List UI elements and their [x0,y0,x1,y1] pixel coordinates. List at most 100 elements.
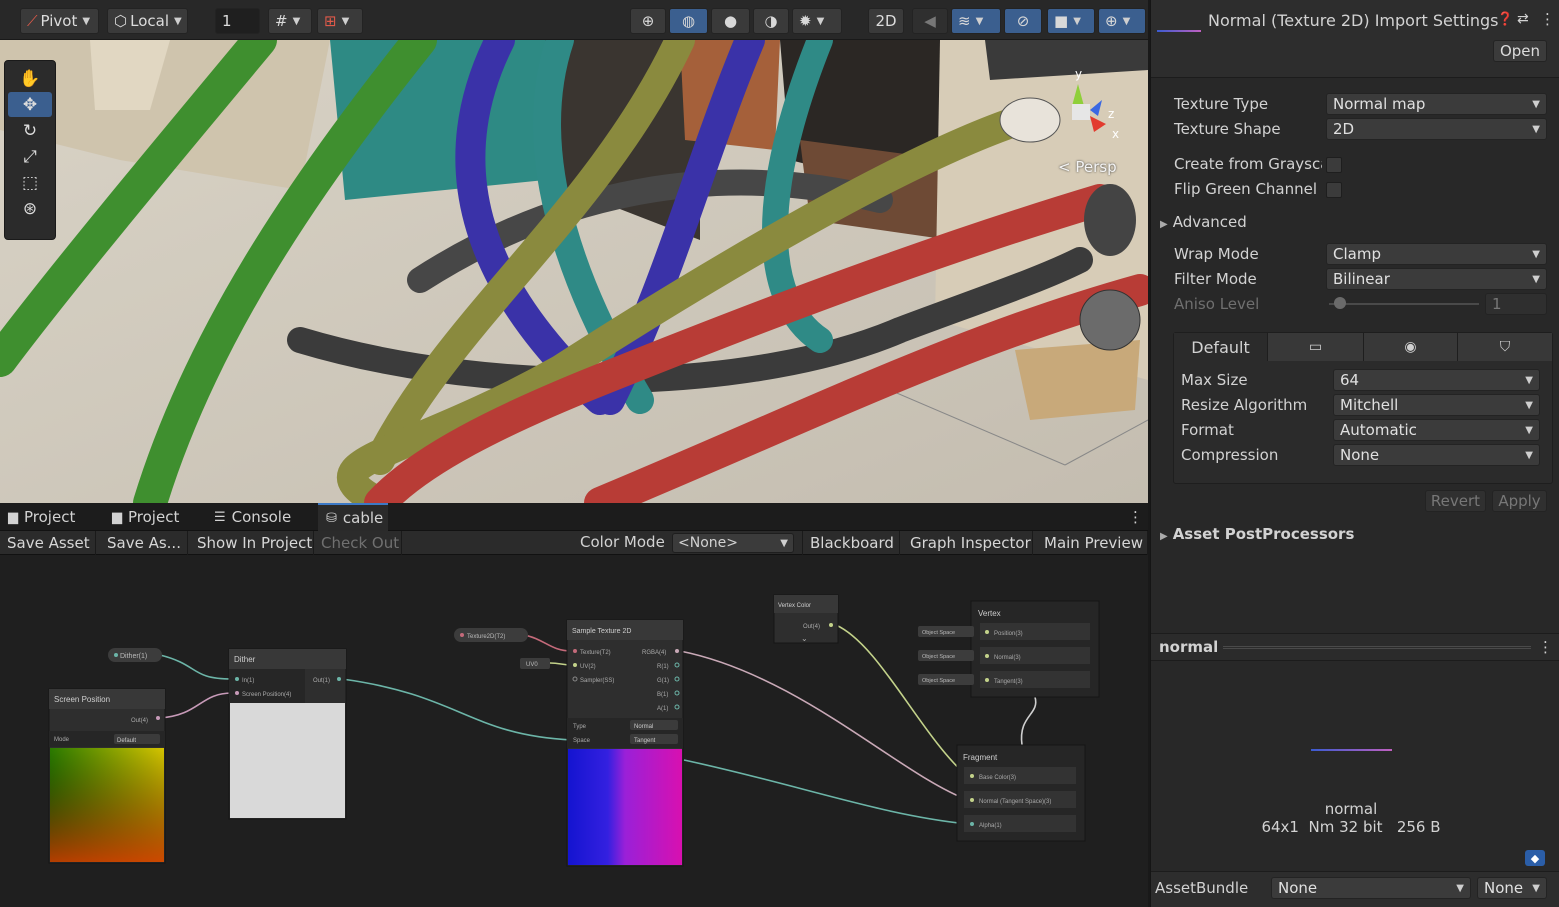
wireframe-shading-button[interactable]: ⊕ [630,8,666,34]
transform-tool-button[interactable]: ⊛ [8,196,52,221]
in-uv-port[interactable]: UV(2) [580,664,596,670]
platform-tab-default[interactable]: Default [1174,333,1268,361]
show-in-project-button[interactable]: Show In Project [190,531,314,555]
chevron-down-icon[interactable]: ⌄ [801,634,808,643]
blackboard-button[interactable]: Blackboard [802,531,900,555]
tab-menu-button[interactable]: ⋮ [1120,503,1144,531]
fragment-alpha-port[interactable]: Alpha(1) [979,823,1002,829]
open-button[interactable]: Open [1493,40,1547,62]
vertex-position-port[interactable]: Position(3) [994,631,1023,637]
asset-label-icon[interactable]: ◆ [1525,850,1545,866]
shaded-wireframe-button[interactable]: ◍ [669,8,708,34]
out-b-port[interactable]: B(1) [657,692,668,698]
vertex-tangent-port[interactable]: Tangent(3) [994,679,1023,685]
in-texture-port[interactable]: Texture(T2) [580,650,611,656]
rotate-tool-button[interactable]: ↻ [8,118,52,143]
help-icon[interactable]: ❓ [1497,12,1513,27]
out-g-port[interactable]: G(1) [657,678,669,684]
advanced-foldout[interactable]: ▶ Advanced [1160,213,1247,231]
grid-visibility-dropdown[interactable]: # ▼ [268,8,312,34]
screen-position-out-port[interactable]: Out(4) [131,718,148,724]
effects-dropdown[interactable]: ≋ ▼ [951,8,1001,34]
shaded-button[interactable]: ● [711,8,750,34]
create-from-grayscale-checkbox[interactable] [1326,157,1342,173]
dither-out-port[interactable]: Out(1) [313,678,330,684]
texture-shape-dropdown[interactable]: 2D ▼ [1326,118,1547,140]
vertex-normal-port[interactable]: Normal(3) [994,655,1021,661]
tab-project-1[interactable]: ▆ Project [0,503,100,531]
apply-button[interactable]: Apply [1492,490,1547,512]
platform-tab-android[interactable]: ◉ [1364,333,1458,361]
texture-type-dropdown[interactable]: Normal map ▼ [1326,93,1547,115]
audio-toggle-button[interactable]: ◀ [912,8,948,34]
out-r-port[interactable]: R(1) [657,664,669,670]
dither-property-node[interactable]: Dither(1) [108,648,162,662]
preview-drag-handle[interactable] [1223,646,1531,649]
orientation-gizmo[interactable]: y z x [1040,54,1130,164]
gizmos-dropdown[interactable]: ⊕ ▼ [1098,8,1146,34]
screen-position-node[interactable]: Screen Position Out(4) Mode Default [48,688,166,864]
assetbundle-variant-dropdown[interactable]: None ▼ [1477,877,1547,899]
wrap-mode-dropdown[interactable]: Clamp ▼ [1326,243,1547,265]
snap-increment-dropdown[interactable]: ⊞ ▼ [317,8,363,34]
screen-position-mode-value[interactable]: Default [117,738,136,744]
check-out-button[interactable]: Check Out [314,531,402,555]
kebab-menu-icon[interactable]: ⋮ [1540,10,1555,28]
view-mode-label[interactable]: < Persp [1058,158,1117,176]
platform-tab-standalone[interactable]: ▭ [1268,333,1364,361]
revert-button[interactable]: Revert [1425,490,1486,512]
fragment-normal-port[interactable]: Normal (Tangent Space)(3) [979,799,1051,805]
vertex-color-node[interactable]: Vertex Color Out(4) ⌄ [773,594,839,644]
space-value[interactable]: Tangent [634,738,656,744]
vertex-tangent-space[interactable]: Object Space [922,678,955,684]
sample-texture-2d-node[interactable]: Sample Texture 2D Texture(T2) UV(2) Samp… [566,619,684,867]
dither-node[interactable]: Dither In(1) Screen Position(4) Out(1) [228,648,347,820]
lighting-button[interactable]: ◑ [753,8,789,34]
pivot-dropdown[interactable]: ⟋ Pivot ▼ [20,8,99,34]
out-rgba-port[interactable]: RGBA(4) [642,650,666,656]
tab-cable[interactable]: ⛁ cable [318,503,388,531]
tab-project-2[interactable]: ▆ Project [104,503,204,531]
aniso-slider-track[interactable] [1329,303,1479,305]
max-size-dropdown[interactable]: 64 ▼ [1333,369,1540,391]
save-as-button[interactable]: Save As... [100,531,188,555]
rect-tool-button[interactable]: ⬚ [8,170,52,195]
texture-property-node[interactable]: Texture2D(T2) [454,628,528,642]
fragment-base-color-port[interactable]: Base Color(3) [979,775,1016,781]
scene-visibility-button[interactable]: ⊘ [1004,8,1042,34]
flip-green-channel-checkbox[interactable] [1326,182,1342,198]
uv-input-pill[interactable]: UV0 [520,658,550,669]
fragment-block[interactable]: Fragment Base Color(3) Normal (Tangent S… [956,744,1086,842]
shader-graph-canvas[interactable]: Dither(1) Dither In(1) Screen Position(4… [0,555,1148,907]
vertex-normal-space[interactable]: Object Space [922,654,955,660]
kebab-menu-icon[interactable]: ⋮ [1538,638,1553,656]
vertex-block[interactable]: Vertex Object Space Position(3) Object S… [918,600,1100,698]
local-dropdown[interactable]: ⬡ Local ▼ [107,8,188,34]
dither-in-port[interactable]: In(1) [242,678,254,684]
vertex-position-space[interactable]: Object Space [922,630,955,636]
aniso-slider-thumb[interactable] [1334,297,1346,309]
compression-dropdown[interactable]: None ▼ [1333,444,1540,466]
grid-snap-input[interactable]: 1 [215,8,260,34]
hand-tool-button[interactable]: ✋ [8,66,52,91]
main-preview-button[interactable]: Main Preview [1037,531,1148,555]
scene-view[interactable]: ✋ ✥ ↻ ⤢ ⬚ ⊛ y z x < Persp [0,40,1148,503]
tab-console[interactable]: ☰ Console [206,503,316,531]
out-a-port[interactable]: A(1) [657,706,668,712]
graph-inspector-button[interactable]: Graph Inspector [903,531,1033,555]
type-value[interactable]: Normal [634,724,653,730]
vertex-color-out-port[interactable]: Out(4) [803,624,820,630]
in-sampler-port[interactable]: Sampler(SS) [580,678,614,684]
resize-algorithm-dropdown[interactable]: Mitchell ▼ [1333,394,1540,416]
filter-mode-dropdown[interactable]: Bilinear ▼ [1326,268,1547,290]
toggle-2d-button[interactable]: 2D [868,8,904,34]
dither-screen-pos-port[interactable]: Screen Position(4) [242,692,291,698]
move-tool-button[interactable]: ✥ [8,92,52,117]
platform-tab-webgl[interactable]: ⛉ [1458,333,1552,361]
asset-postprocessors-foldout[interactable]: ▶ Asset PostProcessors [1160,525,1354,543]
save-asset-button[interactable]: Save Asset [0,531,96,555]
aniso-level-field[interactable]: 1 [1485,293,1547,315]
debug-draw-dropdown[interactable]: ✹ ▼ [792,8,842,34]
scale-tool-button[interactable]: ⤢ [8,144,52,169]
preset-icon[interactable]: ⇄ [1517,11,1529,27]
